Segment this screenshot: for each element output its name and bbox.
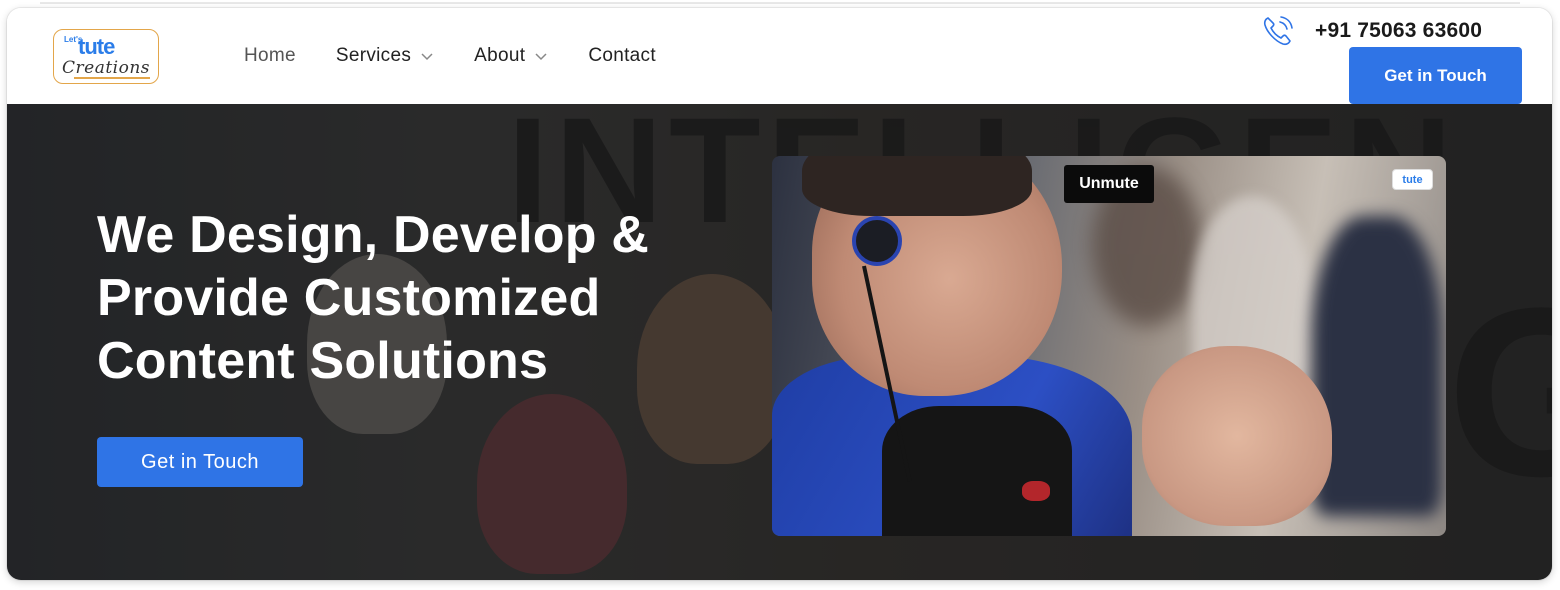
chevron-down-icon xyxy=(535,53,547,61)
site-logo[interactable]: Let's tute Creations xyxy=(53,29,159,84)
video-watermark-logo: tute xyxy=(1392,169,1433,190)
chevron-down-icon xyxy=(421,53,433,61)
logo-creations-text: Creations xyxy=(62,58,151,78)
hero-headline: We Design, Develop & Provide Customized … xyxy=(97,204,649,393)
page-frame: Let's tute Creations Home Services About… xyxy=(7,8,1552,580)
phone-icon xyxy=(1263,16,1293,46)
nav-item-label: Services xyxy=(335,45,412,66)
nav-item-about[interactable]: About xyxy=(474,45,548,67)
logo-underline xyxy=(74,77,150,79)
header-get-in-touch-button[interactable]: Get in Touch xyxy=(1349,47,1522,104)
hero-headline-line: Provide Customized xyxy=(97,269,601,327)
hero-section: INTELLIGEN G We Design, Develop & Provid… xyxy=(7,104,1552,580)
logo-tute-text: tute xyxy=(78,34,115,59)
phone-contact[interactable]: +91 75063 63600 xyxy=(1259,12,1482,50)
nav-item-services[interactable]: Services xyxy=(336,45,434,67)
main-nav: Home Services About Contact xyxy=(244,45,696,67)
video-scene-earpiece xyxy=(852,216,902,266)
unmute-button[interactable]: Unmute xyxy=(1064,165,1154,203)
video-scene-hair xyxy=(802,156,1032,216)
video-scene-hands xyxy=(1142,346,1332,526)
nav-item-label: Contact xyxy=(588,45,656,66)
browser-top-line xyxy=(40,2,1520,4)
phone-number: +91 75063 63600 xyxy=(1315,19,1483,42)
video-scene-background xyxy=(1312,216,1442,516)
hero-video-player[interactable]: Unmute tute xyxy=(772,156,1446,536)
video-watermark-text: tute xyxy=(1402,173,1423,186)
nav-item-label: Home xyxy=(244,45,296,66)
hero-get-in-touch-button[interactable]: Get in Touch xyxy=(97,437,303,487)
nav-item-home[interactable]: Home xyxy=(244,45,296,67)
video-scene-pin xyxy=(1022,481,1050,501)
nav-item-contact[interactable]: Contact xyxy=(588,45,656,67)
video-scene-shirt xyxy=(882,406,1072,536)
hero-headline-line: Content Solutions xyxy=(97,332,549,390)
hero-headline-line: We Design, Develop & xyxy=(97,206,650,264)
nav-item-label: About xyxy=(474,45,526,66)
site-header: Let's tute Creations Home Services About… xyxy=(7,8,1552,104)
